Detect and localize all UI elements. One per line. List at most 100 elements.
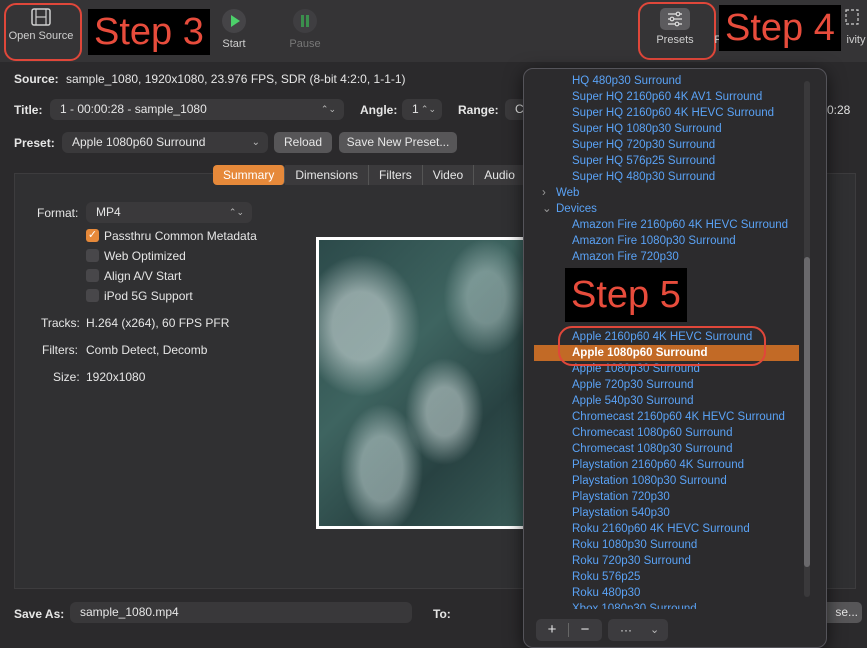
save-as-label: Save As: (14, 607, 65, 621)
format-select-value: MP4 (96, 205, 121, 219)
updown-chevron-icon: ⌃⌄ (228, 207, 244, 217)
reload-button[interactable]: Reload (274, 132, 332, 153)
tab-summary[interactable]: Summary (213, 165, 286, 185)
to-label: To: (433, 607, 451, 621)
presets-bottom-bar: + − ··· ⌄ (524, 611, 826, 647)
updown-chevron-icon: ⌃⌄ (320, 104, 336, 114)
tab-video[interactable]: Video (422, 165, 475, 185)
preset-group-devices[interactable]: ⌄ Devices (542, 201, 597, 217)
pause-icon (293, 9, 317, 33)
preview-thumbnail (316, 237, 528, 529)
ocean-image (319, 240, 528, 526)
title-label: Title: (14, 103, 43, 117)
angle-select-value: 1 (412, 102, 419, 116)
preset-label: Preset: (14, 136, 55, 150)
annotation-step4: Step 4 (719, 5, 841, 51)
activity-icon (845, 8, 859, 26)
preset-item[interactable]: Amazon Fire 1080p30 Surround (572, 233, 736, 249)
filters-label: Filters: (42, 343, 78, 357)
annotation-ring-apple-presets (558, 326, 766, 366)
annotation-step3: Step 3 (88, 9, 210, 55)
save-new-preset-button[interactable]: Save New Preset... (339, 132, 457, 153)
preset-item[interactable]: Roku 2160p60 4K HEVC Surround (572, 521, 750, 537)
tab-filters[interactable]: Filters (369, 165, 423, 185)
range-end-time: 0:28 (827, 103, 851, 117)
preset-item[interactable]: Playstation 1080p30 Surround (572, 473, 727, 489)
preset-group-web-label: Web (556, 187, 580, 199)
chevron-right-icon: › (542, 187, 546, 199)
tab-audio[interactable]: Audio (474, 165, 526, 185)
start-label: Start (222, 38, 246, 50)
tab-dimensions[interactable]: Dimensions (285, 165, 370, 185)
format-select[interactable]: MP4 ⌃⌄ (86, 202, 252, 223)
preset-group-devices-label: Devices (556, 203, 597, 215)
chevron-down-icon: ⌄ (251, 137, 260, 148)
save-as-field[interactable]: sample_1080.mp4 (70, 602, 412, 623)
pause-button[interactable]: Pause (284, 8, 326, 50)
preset-item[interactable]: Playstation 720p30 (572, 489, 670, 505)
filters-value: Comb Detect, Decomb (86, 343, 208, 357)
tab-bar: Summary Dimensions Filters Video Audio (213, 165, 526, 185)
start-button[interactable]: Start (214, 8, 254, 50)
annotation-step5: Step 5 (565, 268, 687, 322)
presets-scrollbar-thumb[interactable] (804, 257, 810, 567)
tracks-label: Tracks: (41, 316, 80, 330)
passthru-metadata-checkbox[interactable]: ✓ (86, 229, 99, 242)
size-label: Size: (53, 370, 80, 384)
updown-chevron-icon: ⌃⌄ (420, 104, 436, 114)
web-optimized-checkbox[interactable] (86, 249, 99, 262)
preset-item[interactable]: Xbox 1080p30 Surround (572, 601, 697, 609)
preset-item[interactable]: Super HQ 720p30 Surround (572, 137, 715, 153)
preset-item[interactable]: Apple 540p30 Surround (572, 393, 694, 409)
web-optimized-label: Web Optimized (104, 249, 186, 263)
more-options-button[interactable]: ··· ⌄ (608, 619, 668, 641)
pause-label: Pause (289, 38, 321, 50)
source-label: Source: (14, 72, 59, 86)
size-value: 1920x1080 (86, 370, 146, 384)
preset-item[interactable]: Chromecast 2160p60 4K HEVC Surround (572, 409, 785, 425)
preset-item[interactable]: Super HQ 576p25 Surround (572, 153, 715, 169)
preset-item[interactable]: Roku 576p25 (572, 569, 640, 585)
add-remove-group: + − (536, 619, 602, 641)
preset-group-web[interactable]: › Web (542, 185, 579, 201)
angle-label: Angle: (360, 103, 398, 117)
angle-select[interactable]: 1 ⌃⌄ (402, 99, 442, 120)
preset-item[interactable]: Roku 720p30 Surround (572, 553, 691, 569)
annotation-ring-presets (638, 2, 716, 60)
ellipsis-icon: ··· (620, 623, 632, 637)
preset-item[interactable]: Amazon Fire 2160p60 4K HEVC Surround (572, 217, 788, 233)
preset-select[interactable]: Apple 1080p60 Surround ⌄ (62, 132, 268, 153)
align-av-start-label: Align A/V Start (104, 269, 182, 283)
save-as-value: sample_1080.mp4 (80, 605, 179, 619)
add-preset-button[interactable]: + (536, 619, 568, 641)
preset-item[interactable]: Super HQ 2160p60 4K HEVC Surround (572, 105, 774, 121)
preset-item[interactable]: HQ 480p30 Surround (572, 73, 681, 89)
preset-item[interactable]: Amazon Fire 720p30 (572, 249, 679, 265)
chevron-down-icon: ⌄ (650, 624, 660, 636)
ipod-5g-support-checkbox[interactable] (86, 289, 99, 302)
preset-item[interactable]: Super HQ 2160p60 4K AV1 Surround (572, 89, 762, 105)
remove-preset-button[interactable]: − (569, 619, 601, 641)
ipod-5g-support-label: iPod 5G Support (104, 289, 193, 303)
play-icon (222, 9, 246, 33)
preset-item[interactable]: Apple 720p30 Surround (572, 377, 694, 393)
preset-item[interactable]: Chromecast 1080p60 Surround (572, 425, 732, 441)
chevron-down-icon: ⌄ (542, 203, 552, 215)
preset-item[interactable]: Super HQ 1080p30 Surround (572, 121, 722, 137)
preset-item[interactable]: Chromecast 1080p30 Surround (572, 441, 732, 457)
preset-select-value: Apple 1080p60 Surround (72, 135, 206, 149)
passthru-metadata-label: Passthru Common Metadata (104, 229, 257, 243)
activity-button-fragment[interactable]: ivity (845, 34, 867, 46)
preset-item[interactable]: Playstation 540p30 (572, 505, 670, 521)
preset-item[interactable]: Playstation 2160p60 4K Surround (572, 457, 744, 473)
preset-item[interactable]: Super HQ 480p30 Surround (572, 169, 715, 185)
source-value: sample_1080, 1920x1080, 23.976 FPS, SDR … (66, 72, 406, 86)
preset-item[interactable]: Roku 1080p30 Surround (572, 537, 697, 553)
align-av-start-checkbox[interactable] (86, 269, 99, 282)
preset-item[interactable]: Roku 480p30 (572, 585, 640, 601)
range-label: Range: (458, 103, 499, 117)
format-label: Format: (37, 206, 79, 220)
tracks-value: H.264 (x264), 60 FPS PFR (86, 316, 230, 330)
title-select[interactable]: 1 - 00:00:28 - sample_1080 ⌃⌄ (50, 99, 344, 120)
annotation-ring-open-source (4, 3, 82, 61)
